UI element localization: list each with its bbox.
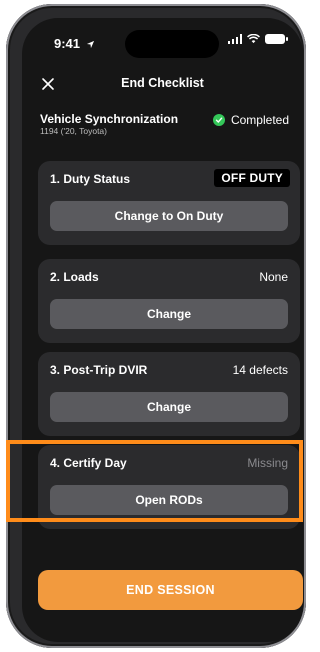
card-value: 14 defects: [232, 363, 288, 377]
card-value: None: [259, 270, 288, 284]
card-loads: 2. Loads None Change: [38, 259, 300, 343]
change-loads-button[interactable]: Change: [50, 299, 288, 329]
status-bar: 9:41: [22, 18, 303, 62]
change-to-on-duty-button[interactable]: Change to On Duty: [50, 201, 288, 231]
header: End Checklist: [22, 72, 303, 100]
highlight-box: [6, 440, 303, 522]
card-duty-status: 1. Duty Status OFF DUTY Change to On Dut…: [38, 161, 300, 245]
status-text: Completed: [230, 113, 289, 127]
card-label: 3. Post-Trip DVIR: [50, 363, 148, 377]
page-title: End Checklist: [121, 76, 204, 90]
vehicle-sync-status: Completed: [212, 113, 289, 127]
time-text: 9:41: [54, 36, 81, 51]
check-circle-icon: [212, 114, 225, 126]
end-session-button[interactable]: END SESSION: [38, 570, 303, 610]
vehicle-sync-title: Vehicle Synchronization: [40, 112, 179, 126]
duty-status-badge: OFF DUTY: [214, 169, 290, 187]
dynamic-island: [125, 30, 219, 58]
wifi-icon: [247, 34, 260, 44]
battery-icon: [265, 34, 288, 44]
card-label: 1. Duty Status: [50, 172, 131, 186]
card-label: 2. Loads: [50, 270, 99, 284]
app-screen: 9:41 End Checklist Vehicle Synchronizati…: [22, 18, 303, 642]
location-arrow-icon: [86, 40, 94, 49]
change-dvir-button[interactable]: Change: [50, 392, 288, 422]
status-icons: [227, 34, 288, 44]
cellular-signal-icon: [227, 34, 242, 44]
card-post-trip-dvir: 3. Post-Trip DVIR 14 defects Change: [38, 352, 300, 436]
status-time: 9:41: [54, 36, 95, 51]
vehicle-sync-row: Vehicle Synchronization 1194 ('20, Toyot…: [40, 112, 289, 142]
vehicle-sync-subtitle: 1194 ('20, Toyota): [40, 126, 107, 136]
phone-frame: 9:41 End Checklist Vehicle Synchronizati…: [6, 4, 306, 648]
